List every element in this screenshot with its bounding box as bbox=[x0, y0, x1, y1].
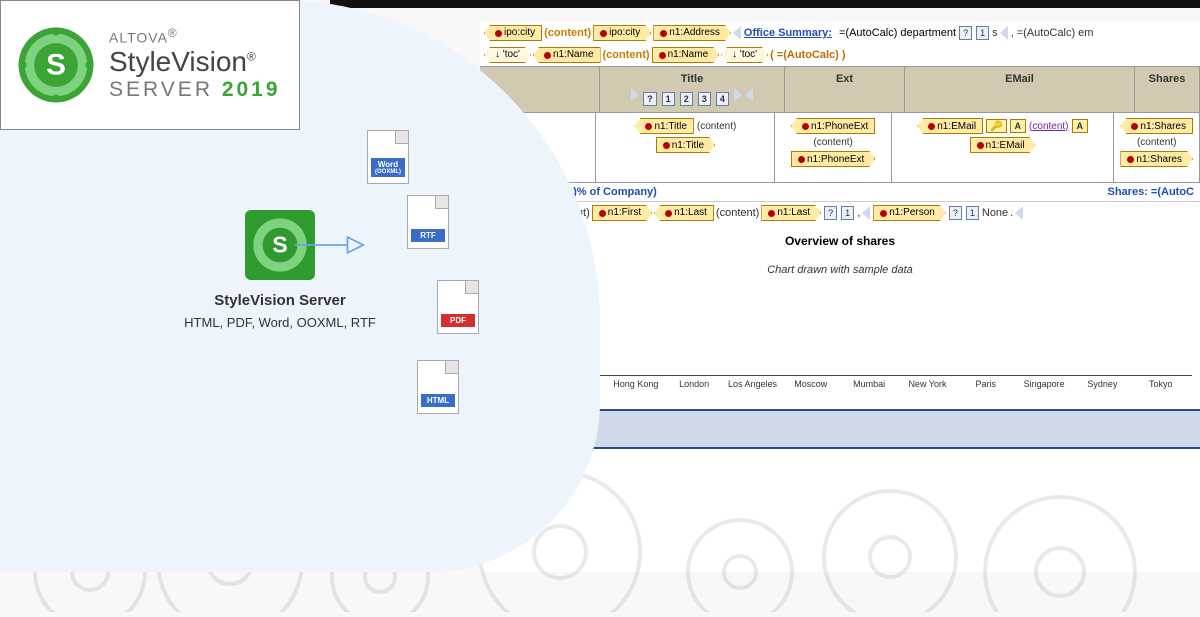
tag-email-open[interactable]: n1:EMail bbox=[917, 118, 983, 134]
toc-anchor[interactable]: ↓ 'toc' bbox=[721, 47, 768, 63]
idx-q[interactable]: ? bbox=[824, 206, 837, 220]
col-email[interactable]: EMail bbox=[905, 67, 1135, 112]
autocalc-dept-label: =(AutoCalc) department bbox=[839, 24, 956, 42]
arrow-left-icon[interactable] bbox=[733, 26, 741, 40]
output-pdf-icon: PDF bbox=[430, 280, 486, 337]
arrow-left-icon[interactable] bbox=[1000, 26, 1008, 40]
product-logo-card: S ALTOVA® StyleVision® SERVER 2019 bbox=[0, 0, 300, 130]
arrow-left-icon[interactable] bbox=[1015, 206, 1023, 220]
pager-prev-icon[interactable] bbox=[631, 88, 639, 102]
tag-row-2: ↓ 'toc' n1:Name (content) n1:Name ↓ 'toc… bbox=[480, 44, 1200, 66]
tag-person-close[interactable]: n1:Person bbox=[873, 205, 946, 221]
tag-row-1: ipo:city (content) ipo:city n1:Address O… bbox=[480, 22, 1200, 44]
none-label: None bbox=[982, 204, 1008, 222]
content-label: (content) bbox=[1137, 137, 1176, 148]
toc-anchor[interactable]: ↓ 'toc' bbox=[484, 47, 531, 63]
idx-1[interactable]: 1 bbox=[966, 206, 979, 220]
key-icon[interactable]: 🔑 bbox=[986, 119, 1006, 133]
autocalc-em-label: , =(AutoCalc) em bbox=[1011, 24, 1094, 42]
cell-title: n1:Title (content) n1:Title bbox=[596, 113, 775, 182]
content-label: (content) bbox=[813, 137, 852, 148]
content-label: (content) bbox=[716, 204, 759, 222]
tag-last-close[interactable]: n1:Last bbox=[761, 205, 821, 221]
svg-text:S: S bbox=[272, 232, 287, 258]
axis-label: Mumbai bbox=[842, 379, 896, 389]
tag-ipocity-close[interactable]: ipo:city bbox=[593, 25, 651, 41]
arrow-left-icon[interactable] bbox=[862, 206, 870, 220]
tag-title-close[interactable]: n1:Title bbox=[656, 137, 715, 153]
tag-last-open[interactable]: n1:Last bbox=[654, 205, 714, 221]
content-label: (content) bbox=[603, 46, 650, 64]
dot: . bbox=[1010, 204, 1013, 222]
axis-label: Tokyo bbox=[1134, 379, 1188, 389]
idx-q[interactable]: ? bbox=[949, 206, 962, 220]
brand-company: ALTOVA bbox=[109, 30, 168, 46]
tag-shares-close[interactable]: n1:Shares bbox=[1120, 151, 1193, 167]
pager-3[interactable]: 3 bbox=[698, 92, 711, 106]
stylevision-icon: S bbox=[17, 26, 95, 104]
window-titlebar bbox=[330, 0, 1200, 8]
tag-ipocity-open[interactable]: ipo:city bbox=[484, 25, 542, 41]
tag-address-close[interactable]: n1:Address bbox=[653, 25, 731, 41]
tag-phoneext-open[interactable]: n1:PhoneExt bbox=[791, 118, 875, 134]
tag-email-close[interactable]: n1:EMail bbox=[970, 137, 1036, 153]
output-word-icon: Word(OOXML) bbox=[360, 130, 416, 187]
output-rtf-icon: RTF bbox=[400, 195, 456, 252]
tag-phoneext-close[interactable]: n1:PhoneExt bbox=[791, 151, 875, 167]
brand-server: SERVER bbox=[109, 78, 213, 101]
autocalc-shares: Shares: =(AutoC bbox=[1108, 186, 1195, 198]
pager-q[interactable]: ? bbox=[643, 92, 657, 106]
badge-a[interactable]: A bbox=[1072, 119, 1089, 133]
flow-arrow-icon bbox=[295, 230, 365, 260]
output-html-icon: HTML bbox=[410, 360, 466, 417]
tag-title-open[interactable]: n1:Title bbox=[634, 118, 693, 134]
pager-2[interactable]: 2 bbox=[680, 92, 693, 106]
col-title[interactable]: Title ? 1 2 3 4 bbox=[600, 67, 785, 112]
tag-name-close[interactable]: n1:Name bbox=[652, 47, 720, 63]
content-label: (content) bbox=[697, 121, 736, 132]
cell-email: n1:EMail 🔑 A (content) A n1:EMail bbox=[892, 113, 1115, 182]
axis-label: Los Angeles bbox=[725, 379, 779, 389]
tag-first-close[interactable]: n1:First bbox=[592, 205, 652, 221]
sep: , bbox=[857, 204, 860, 222]
axis-label: London bbox=[667, 379, 721, 389]
panel-title: StyleVision Server bbox=[150, 292, 410, 309]
badge-a[interactable]: A bbox=[1010, 119, 1027, 133]
content-link[interactable]: (content) bbox=[1029, 121, 1068, 132]
axis-label: New York bbox=[900, 379, 954, 389]
axis-label: Singapore bbox=[1017, 379, 1071, 389]
pager-4[interactable]: 4 bbox=[716, 92, 729, 106]
tag-name-open[interactable]: n1:Name bbox=[533, 47, 601, 63]
pager-end-icon[interactable] bbox=[745, 88, 753, 102]
content-label: (content) bbox=[544, 24, 591, 42]
pager-next-icon[interactable] bbox=[734, 88, 742, 102]
axis-label: Hong Kong bbox=[609, 379, 663, 389]
panel-formats: HTML, PDF, Word, OOXML, RTF bbox=[150, 315, 410, 330]
brand-year: 2019 bbox=[222, 78, 281, 101]
chart-title: Overview of shares bbox=[488, 234, 1192, 248]
brand-product: StyleVision bbox=[109, 46, 247, 77]
pager-1[interactable]: 1 bbox=[662, 92, 675, 106]
plural-s: s bbox=[992, 24, 998, 42]
axis-label: Sydney bbox=[1075, 379, 1129, 389]
autocalc-expr: ( =(AutoCalc) ) bbox=[770, 46, 845, 64]
col-ext[interactable]: Ext bbox=[785, 67, 905, 112]
chart-note: Chart drawn with sample data bbox=[767, 264, 913, 276]
col-shares[interactable]: Shares bbox=[1135, 67, 1200, 112]
table-row: * n1:Title (content) n1:Title n1:PhoneEx… bbox=[480, 113, 1200, 183]
tag-shares-open[interactable]: n1:Shares bbox=[1120, 118, 1193, 134]
office-summary-label[interactable]: Office Summary: bbox=[744, 24, 832, 42]
axis-label: Moscow bbox=[784, 379, 838, 389]
axis-label: Paris bbox=[959, 379, 1013, 389]
svg-text:S: S bbox=[46, 48, 66, 81]
tag-row-3: n1:First (content) n1:First n1:Last (con… bbox=[480, 202, 1200, 224]
idx-1[interactable]: 1 bbox=[976, 26, 989, 40]
autocalc-summary-row: ffice, =(AutoCalc)% of Company) Shares: … bbox=[480, 183, 1200, 202]
cell-ext: n1:PhoneExt (content) n1:PhoneExt bbox=[775, 113, 891, 182]
idx-1[interactable]: 1 bbox=[841, 206, 854, 220]
table-header: Title ? 1 2 3 4 Ext EMail Shares bbox=[480, 66, 1200, 113]
cell-shares: n1:Shares (content) n1:Shares bbox=[1114, 113, 1200, 182]
idx-q[interactable]: ? bbox=[959, 26, 972, 40]
